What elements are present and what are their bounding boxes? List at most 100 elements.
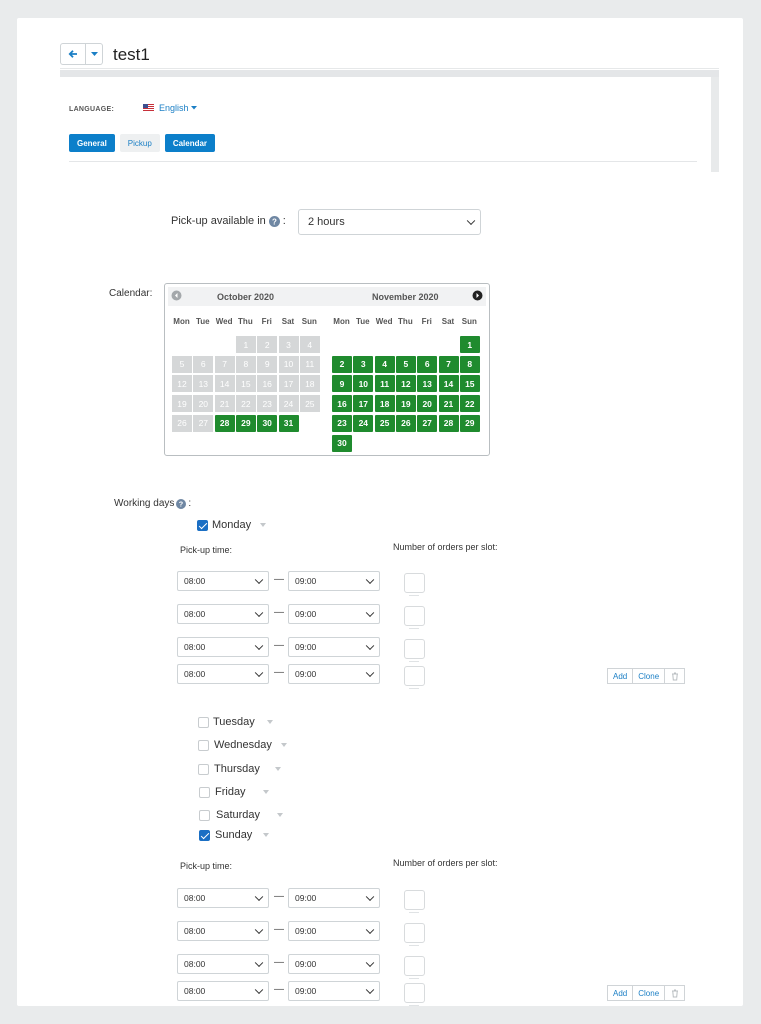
caret-down-icon[interactable] [281,743,288,747]
calendar-day-november[interactable]: 29 [459,414,480,432]
tab-calendar[interactable]: Calendar [164,134,216,152]
add-button[interactable]: Add [607,668,634,684]
delete-button[interactable] [665,985,686,1001]
calendar-day-october: 20 [193,395,214,413]
sunday-orders-input[interactable] [404,890,425,913]
caret-down-icon[interactable] [262,833,269,837]
chevron-down-icon [254,641,264,651]
calendar-day-november[interactable]: 21 [438,395,459,413]
calendar-day-november[interactable]: 22 [459,395,480,413]
monday-slot-from-select[interactable]: 08:00 [177,637,269,657]
day-checkbox-wednesday[interactable] [198,740,209,751]
calendar-day-november[interactable]: 26 [395,414,416,432]
sunday-orders-input[interactable] [404,956,425,979]
tab-pickup[interactable]: Pickup [119,134,160,152]
calendar-day-october[interactable]: 31 [278,414,299,432]
calendar-day-november[interactable]: 30 [332,434,352,452]
calendar-day-november[interactable]: 2 [332,355,352,373]
monday-orders-input[interactable] [404,573,425,596]
day-checkbox-monday[interactable] [197,520,208,531]
next-month-icon[interactable] [472,290,483,301]
caret-down-icon[interactable] [267,720,274,724]
day-checkbox-friday[interactable] [199,787,210,798]
monday-slot-to-select[interactable]: 09:00 [288,571,380,591]
tab-general[interactable]: General [69,134,115,152]
calendar-day-november[interactable]: 16 [332,395,352,413]
language-selector[interactable]: English [159,103,197,113]
calendar-day-october[interactable]: 29 [235,414,256,432]
monday-slot-to-select[interactable]: 09:00 [288,604,380,624]
calendar-day-november[interactable]: 3 [353,355,374,373]
monday-slot-from-select[interactable]: 08:00 [177,571,269,591]
clone-button[interactable]: Clone [633,985,666,1001]
help-icon[interactable]: ? [268,215,280,227]
sunday-slot-from-select[interactable]: 08:00 [177,954,269,974]
calendar-day-november[interactable]: 18 [374,395,395,413]
calendar-day-november[interactable]: 11 [374,375,395,393]
day-checkbox-tuesday[interactable] [198,717,209,728]
nav-dropdown-button[interactable] [86,43,103,65]
help-icon[interactable]: ? [176,498,187,509]
calendar-day-november[interactable]: 25 [374,414,395,432]
delete-button[interactable] [665,668,686,684]
pickup-time-label: Pick-up time: [180,861,233,871]
monday-orders-input[interactable] [404,666,425,689]
prev-month-icon[interactable] [171,290,182,301]
calendar-day-november[interactable]: 23 [332,414,352,432]
pickup-available-select[interactable]: 2 hours [298,209,481,235]
calendar-day-november[interactable]: 5 [395,355,416,373]
calendar-day-november[interactable]: 4 [374,355,395,373]
monday-orders-input[interactable] [404,639,425,662]
calendar-day-october: 23 [257,395,278,413]
sunday-slot-to-select[interactable]: 09:00 [288,954,380,974]
monday-slot-from-select[interactable]: 08:00 [177,664,269,684]
caret-down-icon[interactable] [262,790,269,794]
monday-slot-to-select[interactable]: 09:00 [288,664,380,684]
calendar-day-november[interactable]: 8 [459,355,480,373]
sunday-slot-to-select[interactable]: 09:00 [288,888,380,908]
calendar-day-november[interactable]: 27 [417,414,438,432]
calendar-day-november[interactable]: 15 [459,375,480,393]
calendar-day-november[interactable]: 14 [438,375,459,393]
sunday-slot-from-select[interactable]: 08:00 [177,921,269,941]
sunday-slot-from-select[interactable]: 08:00 [177,981,269,1001]
calendar-day-november[interactable]: 10 [353,375,374,393]
sunday-slot-to-select[interactable]: 09:00 [288,981,380,1001]
add-button[interactable]: Add [607,985,634,1001]
page-title: test1 [113,45,150,64]
slot-dash: — [274,574,284,585]
sunday-slot-to-select[interactable]: 09:00 [288,921,380,941]
slot-from-value: 08:00 [184,893,206,903]
calendar-day-november[interactable]: 13 [417,375,438,393]
caret-down-icon[interactable] [259,523,266,527]
caret-down-icon[interactable] [276,813,283,817]
monday-slot-from-select[interactable]: 08:00 [177,604,269,624]
calendar-day-november[interactable]: 9 [332,375,352,393]
calendar-day-november[interactable]: 24 [353,414,374,432]
calendar-day-november[interactable]: 28 [438,414,459,432]
calendar-day-october[interactable]: 30 [257,414,278,432]
sunday-slot-from-select[interactable]: 08:00 [177,888,269,908]
calendar-day-october[interactable]: 28 [214,414,235,432]
slot-to-value: 09:00 [295,959,317,969]
calendar-day-november[interactable]: 20 [417,395,438,413]
day-checkbox-thursday[interactable] [198,764,209,775]
calendar-day-november[interactable]: 12 [395,375,416,393]
back-button[interactable] [60,43,86,65]
clone-button[interactable]: Clone [633,668,666,684]
calendar-day-october: 21 [214,395,235,413]
calendar-day-november[interactable]: 19 [395,395,416,413]
calendar-day-november[interactable]: 6 [417,355,438,373]
monday-orders-input[interactable] [404,606,425,629]
sunday-orders-input[interactable] [404,983,425,1006]
chevron-down-icon [254,985,264,995]
calendar-day-november[interactable]: 7 [438,355,459,373]
calendar-day-november[interactable]: 1 [459,336,480,353]
day-checkbox-sunday[interactable] [199,830,210,841]
sunday-orders-input[interactable] [404,923,425,946]
monday-slot-to-select[interactable]: 09:00 [288,637,380,657]
calendar-day-november[interactable]: 17 [353,395,374,413]
day-checkbox-saturday[interactable] [199,810,210,821]
scrollbar[interactable] [711,77,719,172]
caret-down-icon[interactable] [274,767,281,771]
